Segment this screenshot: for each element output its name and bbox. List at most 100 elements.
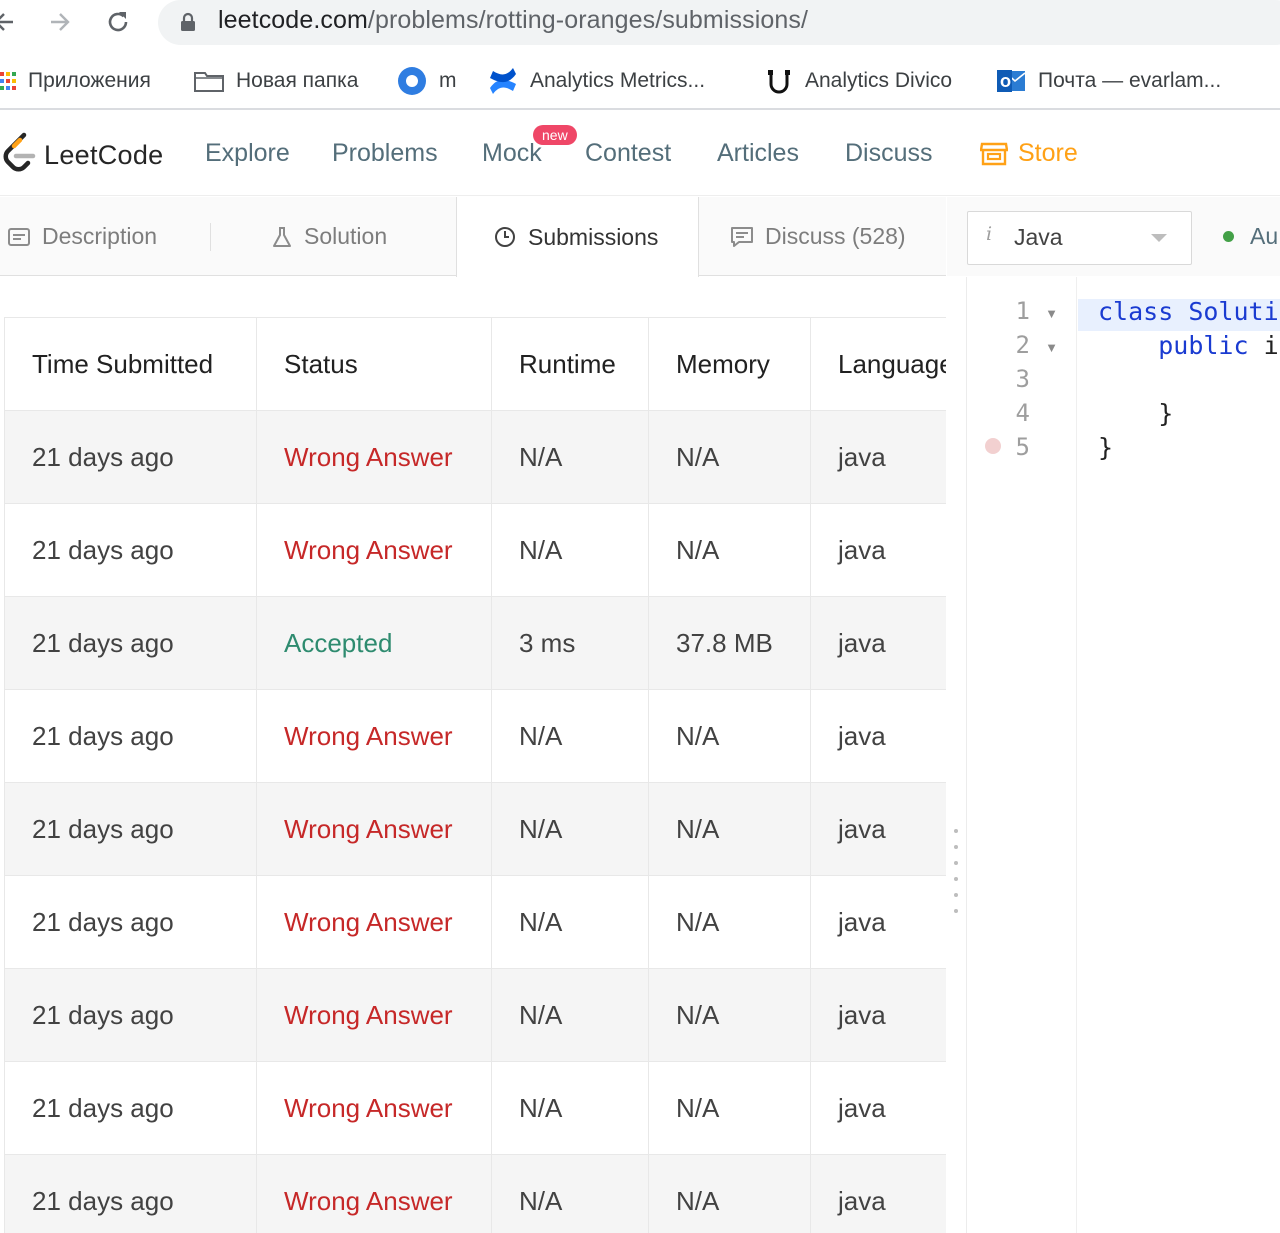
line-number: 1 <box>1015 297 1030 325</box>
cell-memory: N/A <box>648 968 811 1062</box>
submissions-panel: Time Submitted Status Runtime Memory Lan… <box>0 277 946 1233</box>
cell-language: java <box>810 1154 946 1233</box>
nav-store[interactable]: Store <box>980 139 1078 168</box>
pane-splitter[interactable] <box>946 277 966 1233</box>
bookmark-analytics-divico[interactable]: Analytics Divico <box>765 66 952 96</box>
cell-memory: N/A <box>648 782 811 876</box>
status-dot-icon <box>1223 231 1234 242</box>
bookmark-label: Analytics Divico <box>805 69 953 92</box>
table-row: 21 days ago Wrong Answer N/A N/A java <box>4 968 946 1062</box>
fold-arrow-icon[interactable]: ▼ <box>1045 340 1058 355</box>
nav-articles[interactable]: Articles <box>717 139 799 168</box>
circle-o-icon <box>397 66 427 96</box>
nav-mock[interactable]: Mock <box>482 139 542 168</box>
cell-status[interactable]: Wrong Answer <box>256 689 492 783</box>
tab-solution[interactable]: Solution <box>272 197 387 276</box>
cell-runtime: N/A <box>491 1061 649 1155</box>
forward-icon[interactable] <box>42 4 78 40</box>
table-row: 21 days ago Wrong Answer N/A N/A java <box>4 1061 946 1155</box>
problem-tabs: Description Solution Submissions Discuss… <box>0 197 946 277</box>
autocomplete-toggle[interactable]: Au <box>1223 223 1278 250</box>
cell-language: java <box>810 689 946 783</box>
table-row: 21 days ago Wrong Answer N/A N/A java <box>4 875 946 969</box>
cell-time: 21 days ago <box>4 503 257 597</box>
nav-explore[interactable]: Explore <box>205 139 290 168</box>
nav-contest[interactable]: Contest <box>585 139 671 168</box>
keyword: public <box>1158 331 1249 360</box>
grip-dot <box>954 909 958 913</box>
cell-language: java <box>810 503 946 597</box>
submissions-table: Time Submitted Status Runtime Memory Lan… <box>4 317 946 1233</box>
tab-label: Description <box>42 223 158 249</box>
column-header-status[interactable]: Status <box>256 317 492 411</box>
divico-icon <box>765 66 793 96</box>
grip-dot <box>954 893 958 897</box>
bookmark-new-folder[interactable]: Новая папка <box>194 66 358 96</box>
bookmark-analytics-metrics[interactable]: Analytics Metrics... <box>488 66 705 96</box>
line-number: 5 <box>1015 433 1030 461</box>
breakpoint-icon[interactable] <box>985 438 1001 454</box>
nav-problems[interactable]: Problems <box>332 139 438 168</box>
cell-time: 21 days ago <box>4 968 257 1062</box>
fold-arrow-icon[interactable]: ▼ <box>1045 306 1058 321</box>
cell-status[interactable]: Wrong Answer <box>256 968 492 1062</box>
confluence-icon <box>488 66 518 96</box>
bookmark-m[interactable]: m <box>397 66 457 96</box>
folder-icon <box>194 70 224 92</box>
cell-runtime: N/A <box>491 968 649 1062</box>
cell-time: 21 days ago <box>4 410 257 504</box>
column-header-memory[interactable]: Memory <box>648 317 811 411</box>
cell-status[interactable]: Wrong Answer <box>256 410 492 504</box>
new-badge: new <box>533 125 577 145</box>
submissions-table-body: 21 days ago Wrong Answer N/A N/A java 21 days… <box>4 410 946 1233</box>
cell-status[interactable]: Wrong Answer <box>256 875 492 969</box>
tab-description[interactable]: Description <box>8 197 157 276</box>
autocomplete-label: Au <box>1250 223 1279 249</box>
cell-status[interactable]: Wrong Answer <box>256 1061 492 1155</box>
cell-memory: N/A <box>648 689 811 783</box>
cell-status[interactable]: Wrong Answer <box>256 1154 492 1233</box>
bookmark-apps[interactable]: Приложения <box>0 66 151 96</box>
cell-memory: N/A <box>648 875 811 969</box>
bookmark-label: m <box>439 69 457 92</box>
description-icon <box>8 227 30 246</box>
url-path: /problems/rotting-oranges/submissions/ <box>367 6 809 34</box>
tab-discuss[interactable]: Discuss (528) <box>731 197 906 276</box>
address-bar[interactable]: leetcode.com/problems/rotting-oranges/su… <box>158 0 1280 45</box>
apps-grid-icon <box>0 70 16 92</box>
cell-status[interactable]: Accepted <box>256 596 492 690</box>
language-select[interactable]: i Java <box>967 211 1192 265</box>
cell-status[interactable]: Wrong Answer <box>256 782 492 876</box>
cell-runtime: N/A <box>491 1154 649 1233</box>
code-line-1: class Soluti <box>1098 297 1279 326</box>
bookmark-mail[interactable]: O Почта — evarlam... <box>996 66 1221 96</box>
cell-language: java <box>810 596 946 690</box>
flask-icon <box>272 226 292 248</box>
cell-runtime: N/A <box>491 503 649 597</box>
cell-time: 21 days ago <box>4 782 257 876</box>
grip-dot <box>954 845 958 849</box>
code-line-5: } <box>1098 433 1113 462</box>
cell-status[interactable]: Wrong Answer <box>256 503 492 597</box>
language-value: Java <box>1014 224 1063 250</box>
column-header-language[interactable]: Language <box>810 317 946 411</box>
table-header-row: Time Submitted Status Runtime Memory Lan… <box>4 317 946 411</box>
leetcode-logo[interactable]: LeetCode <box>2 132 164 179</box>
nav-discuss[interactable]: Discuss <box>845 139 933 168</box>
editor-gutter: 1 ▼ 2 ▼ 3 4 5 <box>967 277 1077 1233</box>
column-header-runtime[interactable]: Runtime <box>491 317 649 411</box>
tab-label: Discuss (528) <box>765 223 906 249</box>
svg-text:O: O <box>1000 76 1011 91</box>
clock-icon <box>494 226 516 248</box>
cell-memory: 37.8 MB <box>648 596 811 690</box>
tab-label: Solution <box>304 223 388 249</box>
tab-label: Submissions <box>528 223 659 250</box>
back-icon[interactable] <box>0 4 22 40</box>
cell-runtime: N/A <box>491 782 649 876</box>
bookmark-label: Приложения <box>28 69 151 92</box>
code-editor[interactable]: 1 ▼ 2 ▼ 3 4 5 class Soluti public i } } <box>966 277 1280 1233</box>
reload-icon[interactable] <box>100 4 136 40</box>
caret-down-icon <box>1151 234 1167 242</box>
tab-submissions[interactable]: Submissions <box>456 197 699 277</box>
column-header-time[interactable]: Time Submitted <box>4 317 257 411</box>
